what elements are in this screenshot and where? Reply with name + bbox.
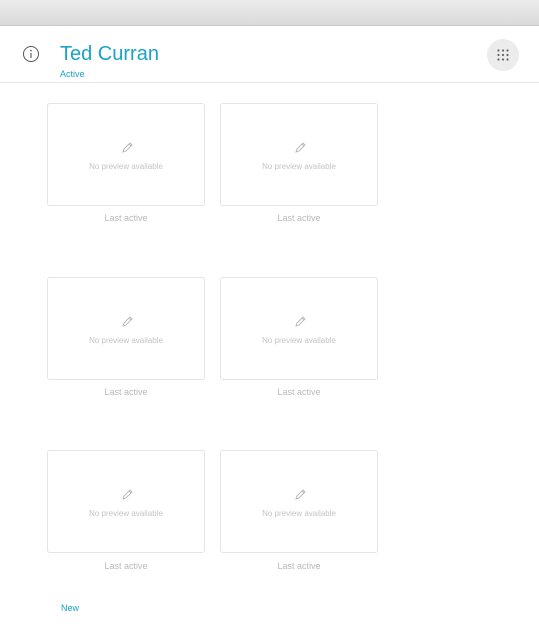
no-preview-text: No preview available	[89, 509, 163, 518]
no-preview-text: No preview available	[89, 162, 163, 171]
window-titlebar	[0, 0, 539, 26]
whiteboard-tile[interactable]: No preview available	[47, 103, 205, 206]
pencil-icon	[295, 316, 306, 327]
contact-status: Active	[60, 69, 85, 79]
pencil-icon	[122, 489, 133, 500]
contact-header: Ted Curran Active	[0, 26, 539, 83]
no-preview-text: No preview available	[262, 509, 336, 518]
tile-caption: Last active	[277, 561, 321, 571]
contact-name: Ted Curran	[60, 43, 159, 65]
tile-caption: Last active	[277, 387, 321, 397]
pencil-icon	[295, 489, 306, 500]
pencil-icon	[295, 142, 306, 153]
no-preview-text: No preview available	[89, 336, 163, 345]
whiteboard-tile[interactable]: No preview available	[220, 277, 378, 380]
whiteboard-tile[interactable]: No preview available	[47, 450, 205, 553]
tile-caption: Last active	[104, 213, 148, 223]
new-link[interactable]: New	[61, 603, 79, 613]
whiteboard-tile[interactable]: No preview available	[47, 277, 205, 380]
whiteboard-tile[interactable]: No preview available	[220, 450, 378, 553]
pencil-icon	[122, 316, 133, 327]
tile-caption: Last active	[104, 561, 148, 571]
no-preview-text: No preview available	[262, 162, 336, 171]
grid-menu-button[interactable]	[487, 39, 519, 71]
tile-caption: Last active	[104, 387, 148, 397]
dots-grid-icon	[497, 49, 509, 61]
pencil-icon	[122, 142, 133, 153]
tile-caption: Last active	[277, 213, 321, 223]
info-icon[interactable]	[22, 45, 40, 63]
no-preview-text: No preview available	[262, 336, 336, 345]
whiteboard-tile[interactable]: No preview available	[220, 103, 378, 206]
